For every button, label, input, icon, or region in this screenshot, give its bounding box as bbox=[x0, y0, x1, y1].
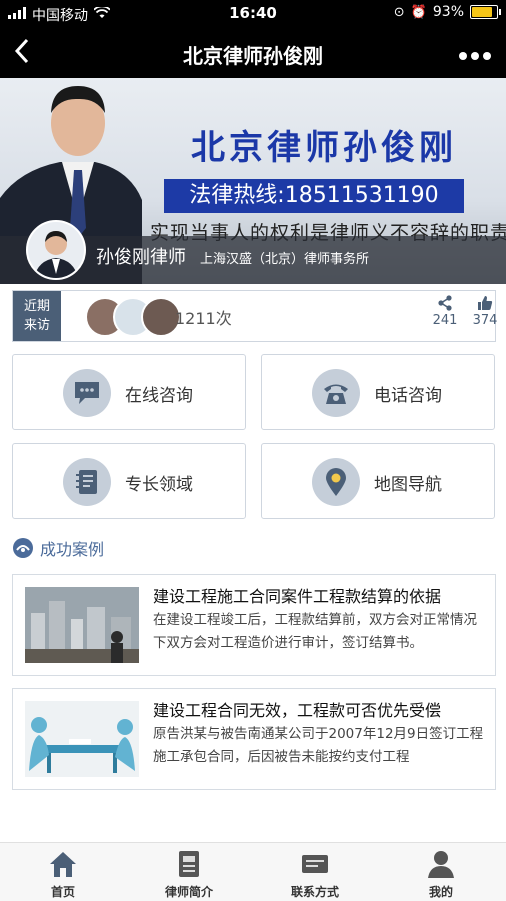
visitor-avatars bbox=[75, 297, 181, 337]
tab-contact-label: 联系方式 bbox=[290, 885, 339, 899]
case-thumbnail bbox=[25, 701, 139, 777]
expertise-label: 专长领域 bbox=[125, 475, 193, 495]
tab-mine[interactable]: 我的 bbox=[378, 843, 504, 901]
case-title: 建设工程合同无效，工程款可否优先受偿 bbox=[153, 701, 442, 720]
profile-banner: 北京律师孙俊刚 法律热线:18511531190 实现当事人的权利是律师义不容辞… bbox=[0, 78, 506, 284]
hotline-badge[interactable]: 法律热线:18511531190 bbox=[164, 179, 464, 213]
like-count: 374 bbox=[472, 313, 498, 328]
cases-section-header: 成功案例 bbox=[12, 536, 104, 560]
recent-visits-tag: 近期 来访 bbox=[13, 291, 61, 341]
telephone-icon bbox=[312, 369, 360, 417]
more-button[interactable] bbox=[458, 42, 492, 67]
phone-consult-button[interactable]: 电话咨询 bbox=[261, 354, 495, 430]
map-nav-button[interactable]: 地图导航 bbox=[261, 443, 495, 519]
online-consult-button[interactable]: 在线咨询 bbox=[12, 354, 246, 430]
recent-visits-tag-line1: 近期 bbox=[23, 299, 50, 314]
case-card[interactable]: 建设工程施工合同案件工程款结算的依据 在建设工程竣工后，工程款结算前，双方会对正… bbox=[12, 574, 496, 676]
rotation-lock-icon: ⊙ bbox=[393, 4, 405, 20]
expertise-button[interactable]: 专长领域 bbox=[12, 443, 246, 519]
share-count: 241 bbox=[432, 313, 458, 328]
cases-section-icon bbox=[13, 538, 33, 558]
like-button[interactable]: 374 bbox=[465, 295, 505, 328]
page-title: 北京律师孙俊刚 bbox=[183, 44, 323, 68]
recent-visits-tag-line2: 来访 bbox=[23, 318, 50, 333]
map-pin-icon bbox=[312, 458, 360, 506]
lawyer-name: 孙俊刚律师 bbox=[96, 247, 186, 268]
status-right: ⊙ ⏰ 93% bbox=[393, 4, 501, 20]
map-nav-label: 地图导航 bbox=[374, 475, 442, 495]
phone-consult-label: 电话咨询 bbox=[374, 386, 442, 406]
user-icon bbox=[428, 851, 454, 878]
cases-section-title: 成功案例 bbox=[40, 540, 105, 559]
online-consult-label: 在线咨询 bbox=[125, 386, 193, 406]
home-icon bbox=[50, 852, 76, 877]
firm-name: 上海汉盛（北京）律师事务所 bbox=[200, 252, 370, 267]
share-button[interactable]: 241 bbox=[425, 295, 465, 328]
notebook-icon bbox=[63, 458, 111, 506]
nav-bar: 北京律师孙俊刚 bbox=[0, 28, 506, 78]
case-title: 建设工程施工合同案件工程款结算的依据 bbox=[153, 587, 442, 606]
alarm-icon: ⏰ bbox=[410, 4, 427, 20]
share-icon bbox=[438, 295, 452, 311]
visit-count: 1211次 bbox=[175, 309, 232, 328]
battery-percent: 93% bbox=[432, 4, 464, 20]
avatar bbox=[26, 220, 86, 280]
tab-mine-label: 我的 bbox=[428, 885, 453, 899]
status-bar: 中国移动 16:40 ⊙ ⏰ 93% bbox=[0, 0, 506, 28]
case-description: 在建设工程竣工后，工程款结算前，双方会对正常情况下双方会对工程造价进行审计，签订… bbox=[153, 612, 477, 651]
tab-lawyer-intro[interactable]: 律师简介 bbox=[126, 843, 252, 901]
tab-home-label: 首页 bbox=[50, 885, 75, 899]
more-dots-icon bbox=[459, 52, 491, 60]
contact-card-icon bbox=[302, 855, 328, 873]
recent-visits-bar: 近期 来访 1211次 241 374 bbox=[12, 290, 497, 342]
bottom-tab-bar: 首页 律师简介 联系方式 我的 bbox=[0, 842, 506, 901]
case-card[interactable]: 建设工程合同无效，工程款可否优先受偿 原告洪某与被告南通某公司于2007年12月… bbox=[12, 688, 496, 790]
battery-icon bbox=[470, 5, 501, 19]
case-thumbnail bbox=[25, 587, 139, 663]
tab-home[interactable]: 首页 bbox=[0, 843, 126, 901]
tab-lawyer-intro-label: 律师简介 bbox=[164, 885, 213, 899]
banner-title: 北京律师孙俊刚 bbox=[191, 128, 457, 168]
thumbs-up-icon bbox=[478, 296, 493, 310]
document-icon bbox=[179, 851, 199, 877]
tab-contact[interactable]: 联系方式 bbox=[252, 843, 378, 901]
case-description: 原告洪某与被告南通某公司于2007年12月9日签订工程施工承包合同，后因被告未能… bbox=[153, 726, 484, 765]
chat-bubble-icon bbox=[63, 369, 111, 417]
